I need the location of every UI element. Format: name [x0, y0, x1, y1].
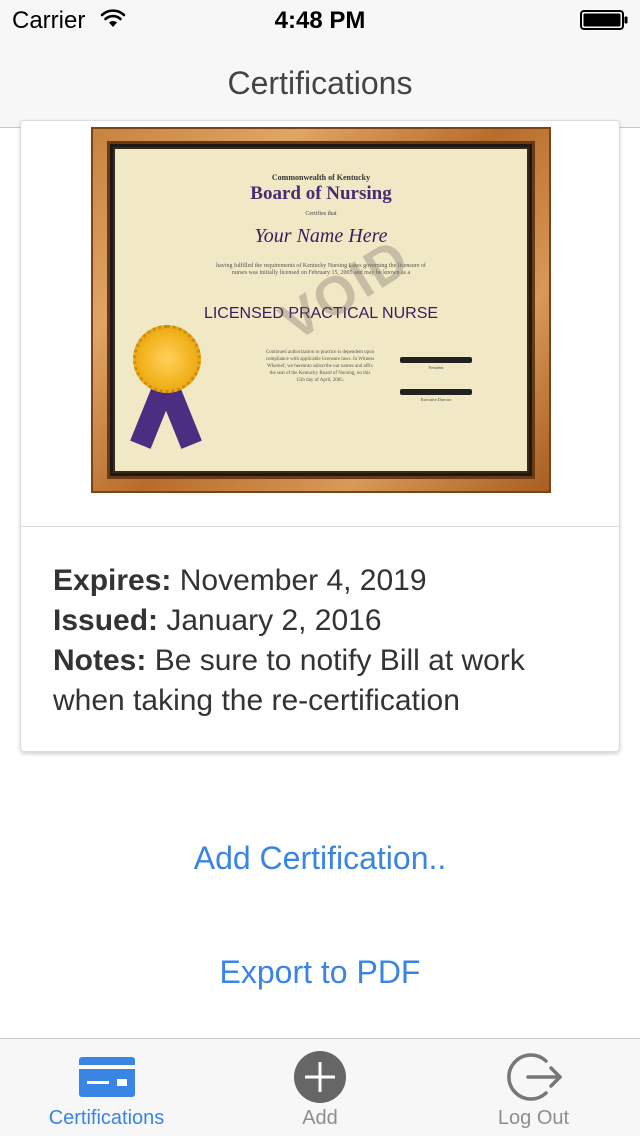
plus-circle-icon — [292, 1049, 348, 1105]
expires-value: November 4, 2019 — [179, 564, 427, 597]
tab-label-log-out: Log Out — [497, 1107, 570, 1129]
signature-line-1 — [400, 357, 472, 363]
ribbon-right — [158, 383, 202, 449]
page-title: Certifications — [227, 65, 413, 101]
certificate-board: Board of Nursing — [250, 183, 392, 204]
navigation-bar: Certifications — [0, 40, 640, 128]
gold-seal-icon — [133, 325, 201, 393]
status-time: 4:48 PM — [274, 7, 366, 34]
certification-details: Expires: November 4, 2019 Issued: Januar… — [53, 561, 593, 721]
issued-row: Issued: January 2, 2016 — [53, 601, 593, 641]
certificate-certifies-text: Certifies that — [305, 211, 337, 217]
tab-add[interactable]: Add — [213, 1039, 427, 1136]
tab-log-out[interactable]: Log Out — [427, 1039, 640, 1136]
expires-row: Expires: November 4, 2019 — [53, 561, 593, 601]
export-pdf-button[interactable]: Export to PDF — [0, 954, 640, 991]
tab-label-certifications: Certifications — [48, 1107, 165, 1129]
notes-label: Notes: — [53, 644, 147, 677]
tab-certifications[interactable]: Certifications — [0, 1039, 213, 1136]
issued-value: January 2, 2016 — [166, 604, 382, 637]
logout-icon — [506, 1049, 562, 1105]
certificate-image[interactable]: Commonwealth of Kentucky Board of Nursin… — [21, 121, 619, 527]
tab-label-add: Add — [302, 1107, 338, 1129]
certification-card[interactable]: Commonwealth of Kentucky Board of Nursin… — [20, 120, 620, 752]
add-certification-button[interactable]: Add Certification.. — [0, 840, 640, 877]
battery-icon — [580, 10, 628, 30]
certificate-issuer-state: Commonwealth of Kentucky — [271, 173, 371, 182]
signature-label-1: President — [428, 365, 444, 370]
status-bar: Carrier 4:48 PM — [0, 0, 640, 40]
credit-card-icon — [78, 1049, 135, 1105]
expires-label: Expires: — [53, 564, 172, 597]
certificate-frame: Commonwealth of Kentucky Board of Nursin… — [91, 127, 551, 493]
signature-line-2 — [400, 389, 472, 395]
notes-row: Notes: Be sure to notify Bill at work wh… — [53, 641, 593, 721]
signature-label-2: Executive Director — [420, 397, 452, 402]
certificate-paper: Commonwealth of Kentucky Board of Nursin… — [113, 147, 529, 473]
certificate-holder-name: Your Name Here — [254, 225, 388, 247]
tab-bar: Certifications Add Log Out — [0, 1038, 640, 1136]
issued-label: Issued: — [53, 604, 159, 637]
certificate-small-text: Continued authorization to practice is d… — [265, 350, 375, 383]
